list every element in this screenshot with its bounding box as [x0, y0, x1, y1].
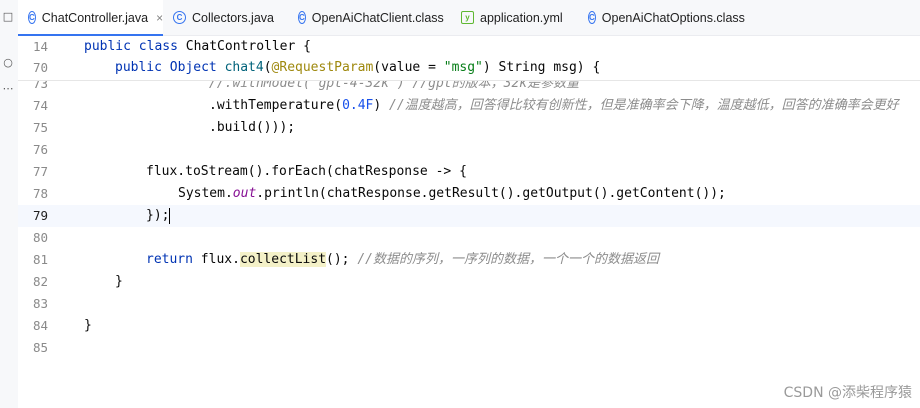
line-number: 79	[32, 208, 48, 223]
code-token: 0.4F	[342, 98, 374, 113]
code-text: }	[115, 274, 123, 289]
code-text: .build()));	[209, 120, 296, 135]
tab-label: Collectors.java	[192, 10, 274, 25]
code-text-inner: });	[146, 208, 170, 223]
line-number: 76	[32, 142, 48, 157]
tool-window-strip: □ ○ ⋯	[0, 0, 19, 408]
code-line[interactable]: 82 }	[18, 271, 920, 293]
line-number: 78	[32, 186, 48, 201]
code-token: out	[232, 186, 257, 201]
line-number: 85	[32, 340, 48, 355]
line-number: 80	[32, 230, 48, 245]
text-caret	[169, 207, 171, 224]
line-number: 14	[32, 39, 48, 54]
line-number: 77	[32, 164, 48, 179]
code-token: //数据的序列，一序列的数据，一个一个的数据返回	[357, 252, 659, 267]
code-text: public Object chat4(@RequestParam(value …	[115, 57, 600, 79]
code-line[interactable]: 74 .withTemperature(0.4F) //温度越高，回答得比较有创…	[18, 95, 920, 117]
line-number: 81	[32, 252, 48, 267]
line-number: 74	[32, 98, 48, 113]
tab-application-yml[interactable]: y application.yml	[451, 0, 578, 35]
code-text: public class ChatController {	[84, 36, 311, 58]
watermark: CSDN @添柴程序猿	[783, 385, 912, 401]
code-line[interactable]: 84 }	[18, 315, 920, 337]
code-token: collectList	[239, 252, 327, 267]
yml-icon: y	[461, 11, 474, 24]
code-text: });	[146, 205, 171, 227]
project-icon[interactable]: □	[1, 10, 15, 24]
sticky-line[interactable]: 70 public Object chat4(@RequestParam(val…	[18, 57, 920, 79]
line-number: 84	[32, 318, 48, 333]
code-token: "msg"	[443, 60, 483, 75]
class-icon: C	[298, 11, 306, 24]
code-line[interactable]: 81 return flux.collectList(); //数据的序列，一序…	[18, 249, 920, 271]
tab-openaichatclient[interactable]: C OpenAiChatClient.class	[288, 0, 451, 35]
code-token: ChatController {	[177, 39, 311, 54]
code-token: flux.	[192, 252, 240, 267]
code-line[interactable]: 85	[18, 337, 920, 359]
code-token: ();	[326, 252, 358, 267]
ide-window: □ ○ ⋯ C ChatController.java × C Collecto…	[0, 0, 920, 408]
code-text: return flux.collectList(); //数据的序列，一序列的数…	[146, 249, 659, 271]
class-icon: C	[28, 11, 36, 24]
tab-openaichatoptions[interactable]: C OpenAiChatOptions.class	[578, 0, 753, 35]
code-text: }	[84, 318, 92, 333]
code-text: flux.toStream().forEach(chatResponse -> …	[146, 161, 467, 183]
tab-label: OpenAiChatClient.class	[311, 10, 444, 25]
code-token: //温度越高，回答得比较有创新性，但是准确率会下降，温度越低，回答的准确率会更好	[389, 98, 899, 113]
class-icon: C	[173, 11, 186, 24]
line-number: 82	[32, 274, 48, 289]
code-line[interactable]: 83	[18, 293, 920, 315]
code-line[interactable]: 78 System.out.println(chatResponse.getRe…	[18, 183, 920, 205]
tab-label: OpenAiChatOptions.class	[601, 10, 745, 25]
code-token: return	[146, 252, 193, 267]
tab-collectors[interactable]: C Collectors.java	[163, 0, 288, 35]
code-line[interactable]: 77 flux.toStream().forEach(chatResponse …	[18, 161, 920, 183]
class-icon: C	[588, 11, 596, 24]
code-line[interactable]: 80	[18, 227, 920, 249]
code-token: flux.toStream().forEach(chatResponse -> …	[146, 164, 467, 179]
editor-tab-bar: C ChatController.java × C Collectors.jav…	[18, 0, 920, 36]
code-token: public class	[84, 39, 178, 54]
code-token: .println(chatResponse.getResult().getOut…	[256, 186, 726, 201]
code-token: chat4	[224, 60, 264, 75]
code-editor[interactable]: 14 public class ChatController { 70 publ…	[18, 36, 920, 408]
line-number: 75	[32, 120, 48, 135]
line-number: 83	[32, 296, 48, 311]
sticky-line[interactable]: 14 public class ChatController {	[18, 36, 920, 58]
code-token: public Object	[115, 60, 225, 75]
tab-label: application.yml	[480, 10, 563, 25]
more-icon[interactable]: ⋯	[1, 82, 15, 96]
code-token: )	[373, 98, 390, 113]
code-token: System.	[178, 186, 233, 201]
code-text: .withTemperature(0.4F) //温度越高，回答得比较有创新性，…	[209, 95, 899, 117]
tab-chatcontroller[interactable]: C ChatController.java ×	[18, 0, 163, 36]
code-line[interactable]: 75 .build()));	[18, 117, 920, 139]
code-token: ) String msg) {	[482, 60, 601, 75]
sticky-scroll-header[interactable]: 14 public class ChatController { 70 publ…	[18, 36, 920, 81]
code-line[interactable]: 76	[18, 139, 920, 161]
structure-icon[interactable]: ○	[1, 56, 15, 70]
line-number: 70	[32, 60, 48, 75]
tab-label: ChatController.java	[41, 10, 149, 25]
code-token: (value =	[373, 60, 444, 75]
code-token: .withTemperature(	[209, 98, 343, 113]
code-token: @RequestParam	[271, 60, 374, 75]
code-token: (	[263, 60, 272, 75]
code-text: System.out.println(chatResponse.getResul…	[178, 183, 726, 205]
code-line-current[interactable]: 79 });	[18, 205, 920, 227]
